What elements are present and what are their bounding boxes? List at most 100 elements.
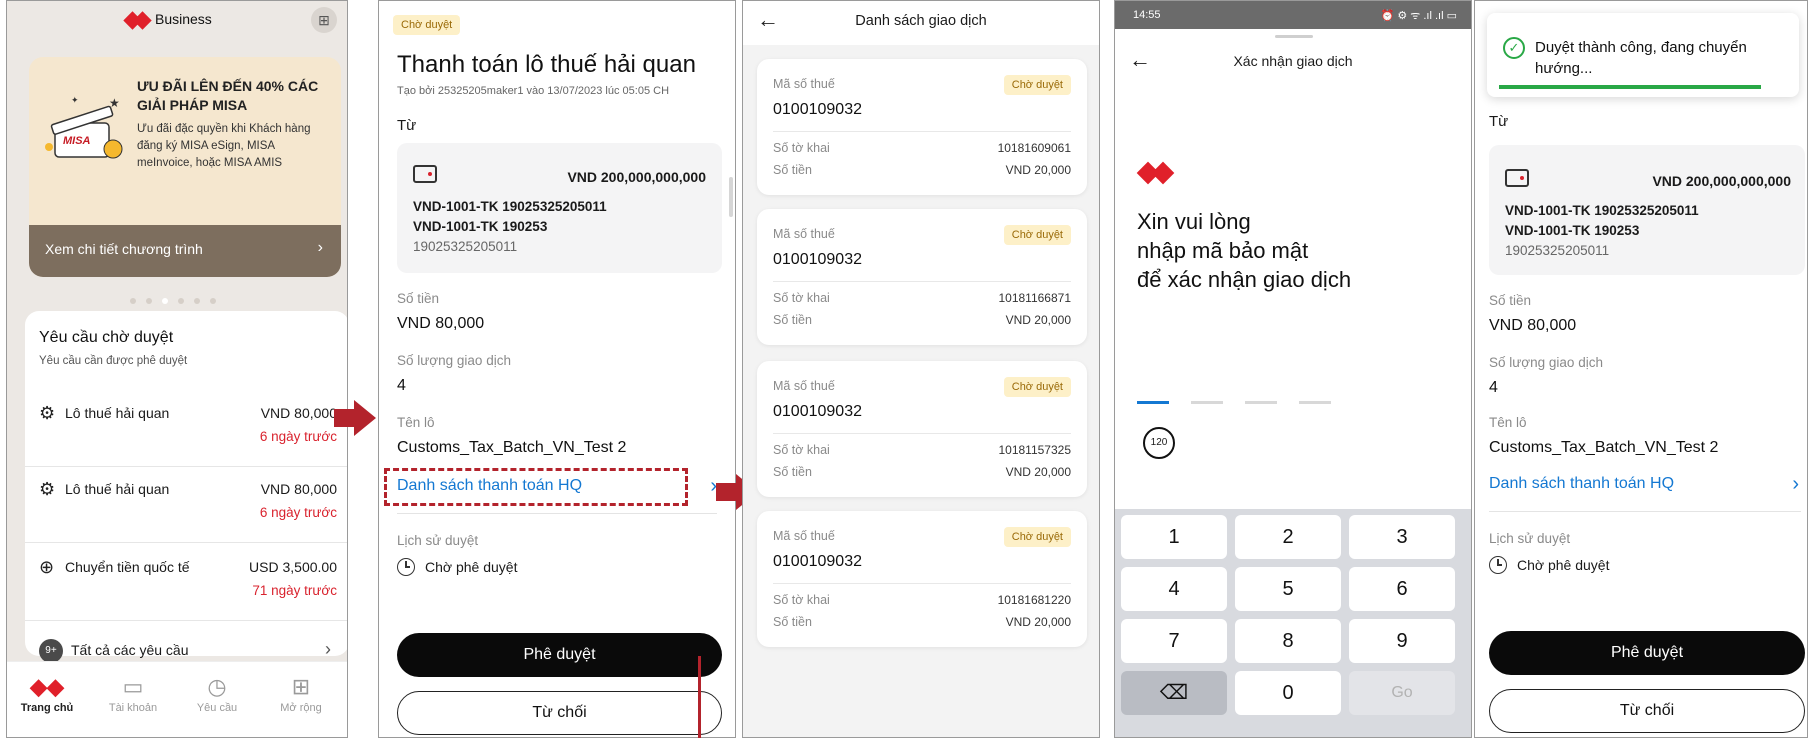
key-0[interactable]: 0 xyxy=(1235,671,1341,715)
backspace-icon[interactable]: ⌫ xyxy=(1121,671,1227,715)
flow-arrow xyxy=(334,400,378,436)
tab-more[interactable]: ⊞ Mở rộng xyxy=(261,672,341,714)
highlight-box xyxy=(384,468,688,506)
reject-button[interactable]: Từ chối xyxy=(1489,689,1805,733)
source-account-card: VND 200,000,000,000 VND-1001-TK 19025325… xyxy=(397,143,722,273)
svg-text:★: ★ xyxy=(109,96,120,110)
otp-slot[interactable] xyxy=(1245,401,1277,404)
carousel-dot[interactable] xyxy=(210,298,216,304)
approve-button[interactable]: Phê duyệt xyxy=(397,633,722,677)
key-5[interactable]: 5 xyxy=(1235,567,1341,611)
request-row[interactable]: ⊕ Chuyển tiền quốc tế USD 3,500.00 71 ng… xyxy=(25,545,347,621)
tab-accounts[interactable]: ▭ Tài khoản xyxy=(93,672,173,714)
request-row[interactable]: ⚙ Lô thuế hải quan VND 80,000 6 ngày trư… xyxy=(25,467,347,543)
key-3[interactable]: 3 xyxy=(1349,515,1455,559)
divider xyxy=(773,131,1071,132)
page-title: Xác nhận giao dịch xyxy=(1233,53,1353,69)
carousel-dot[interactable] xyxy=(146,298,152,304)
tab-label: Mở rộng xyxy=(280,702,322,714)
carousel-dot[interactable] xyxy=(130,298,136,304)
scrollbar[interactable] xyxy=(729,177,733,217)
divider xyxy=(773,433,1071,434)
key-9[interactable]: 9 xyxy=(1349,619,1455,663)
approve-button[interactable]: Phê duyệt xyxy=(1489,631,1805,675)
gift-box-icon: ★ ✦ MISA xyxy=(43,93,127,173)
amount-label: Số tiền xyxy=(773,313,812,327)
carousel-dot[interactable] xyxy=(194,298,200,304)
numeric-keypad: 1 2 3 4 5 6 7 8 9 ⌫ 0 Go xyxy=(1115,509,1471,737)
status-icons: ⏰ ⚙ ᯤ .ıl .ıl ▭ xyxy=(1380,10,1457,22)
security-prompt: Xin vui lòng nhập mã bảo mật để xác nhận… xyxy=(1137,207,1351,294)
carousel-dot[interactable] xyxy=(178,298,184,304)
request-row[interactable]: ⚙ Lô thuế hải quan VND 80,000 6 ngày trư… xyxy=(25,391,347,467)
amount-label: Số tiền xyxy=(773,615,812,629)
payment-list-link[interactable]: Danh sách thanh toán HQ › xyxy=(1489,473,1799,501)
key-6[interactable]: 6 xyxy=(1349,567,1455,611)
success-toast: ✓ Duyệt thành công, đang chuyển hướng... xyxy=(1487,13,1799,97)
list-header: ← Danh sách giao dịch xyxy=(743,1,1099,45)
banner-title: ƯU ĐÃI LÊN ĐẾN 40% CÁC GIẢI PHÁP MISA xyxy=(137,78,319,113)
count-value: 4 xyxy=(1489,379,1498,396)
reject-button[interactable]: Từ chối xyxy=(397,691,722,735)
brand-logo-icon xyxy=(123,11,152,30)
confirm-sheet: ← Xác nhận giao dịch Xin vui lòng nhập m… xyxy=(1115,29,1471,509)
page-title: Thanh toán lô thuế hải quan xyxy=(397,51,696,78)
tab-requests[interactable]: ◷ Yêu cầu xyxy=(177,672,257,714)
tax-code-label: Mã số thuế xyxy=(773,379,835,393)
key-4[interactable]: 4 xyxy=(1121,567,1227,611)
customs-tax-icon: ⚙ xyxy=(39,479,56,499)
banner-cta[interactable]: Xem chi tiết chương trình › xyxy=(29,225,341,277)
key-1[interactable]: 1 xyxy=(1121,515,1227,559)
clock-icon xyxy=(397,558,415,576)
tab-home[interactable]: ◆◆ Trang chủ xyxy=(7,672,87,714)
declaration-label: Số tờ khai xyxy=(773,593,830,607)
tax-code-label: Mã số thuế xyxy=(773,77,835,91)
declaration-value: 10181157325 xyxy=(998,443,1071,457)
tax-code-value: 0100109032 xyxy=(773,403,862,420)
tax-code-value: 0100109032 xyxy=(773,251,862,268)
key-7[interactable]: 7 xyxy=(1121,619,1227,663)
batch-name-value: Customs_Tax_Batch_VN_Test 2 xyxy=(1489,439,1719,456)
check-circle-icon: ✓ xyxy=(1503,37,1525,59)
prompt-line: Xin vui lòng xyxy=(1137,209,1251,234)
prompt-line: nhập mã bảo mật xyxy=(1137,238,1309,263)
amount-value: VND 20,000 xyxy=(1005,313,1071,327)
count-badge: 9+ xyxy=(39,639,63,663)
drag-handle[interactable] xyxy=(1275,35,1313,38)
tab-label: Tài khoản xyxy=(108,702,158,714)
banner-cta-label: Xem chi tiết chương trình xyxy=(45,241,203,257)
key-8[interactable]: 8 xyxy=(1235,619,1341,663)
otp-slot[interactable] xyxy=(1191,401,1223,404)
bottom-tab-bar: ◆◆ Trang chủ ▭ Tài khoản ◷ Yêu cầu ⊞ Mở … xyxy=(7,661,347,737)
home-header: Business ⊞ xyxy=(7,1,347,41)
account-line-2: VND-1001-TK 190253 xyxy=(413,219,548,234)
declaration-label: Số tờ khai xyxy=(773,141,830,155)
key-2[interactable]: 2 xyxy=(1235,515,1341,559)
pending-requests-card: Yêu cầu chờ duyệt Yêu cầu cần được phê d… xyxy=(25,311,347,672)
clock-icon: ◷ xyxy=(207,674,227,699)
account-balance: VND 200,000,000,000 xyxy=(567,169,706,185)
divider xyxy=(1489,511,1801,512)
carousel-dots[interactable] xyxy=(125,291,221,309)
count-value: 4 xyxy=(397,377,406,394)
amount-label: Số tiền xyxy=(773,465,812,479)
tax-code-value: 0100109032 xyxy=(773,553,862,570)
tab-label: Yêu cầu xyxy=(196,702,238,714)
transaction-card[interactable]: Mã số thuế Chờ duyệt 0100109032 Số tờ kh… xyxy=(757,511,1087,647)
qr-code-icon[interactable]: ⊞ xyxy=(311,7,337,33)
history-label: Lịch sử duyệt xyxy=(397,533,479,548)
history-status: Chờ phê duyệt xyxy=(1517,557,1610,573)
transaction-card[interactable]: Mã số thuế Chờ duyệt 0100109032 Số tờ kh… xyxy=(757,59,1087,195)
go-button[interactable]: Go xyxy=(1349,671,1455,715)
declaration-value: 10181681220 xyxy=(997,593,1071,607)
history-label: Lịch sử duyệt xyxy=(1489,531,1571,546)
promo-banner[interactable]: ★ ✦ MISA ƯU ĐÃI LÊN ĐẾN 40% CÁC GIẢI PHÁ… xyxy=(29,57,341,277)
carousel-dot-active[interactable] xyxy=(162,298,168,304)
transaction-card[interactable]: Mã số thuế Chờ duyệt 0100109032 Số tờ kh… xyxy=(757,209,1087,345)
otp-slot[interactable] xyxy=(1137,401,1169,404)
otp-slot[interactable] xyxy=(1299,401,1331,404)
annotation-line xyxy=(698,656,701,738)
globe-icon: ⊕ xyxy=(39,557,55,577)
transaction-card[interactable]: Mã số thuế Chờ duyệt 0100109032 Số tờ kh… xyxy=(757,361,1087,497)
request-name: Chuyển tiền quốc tế xyxy=(65,559,190,575)
